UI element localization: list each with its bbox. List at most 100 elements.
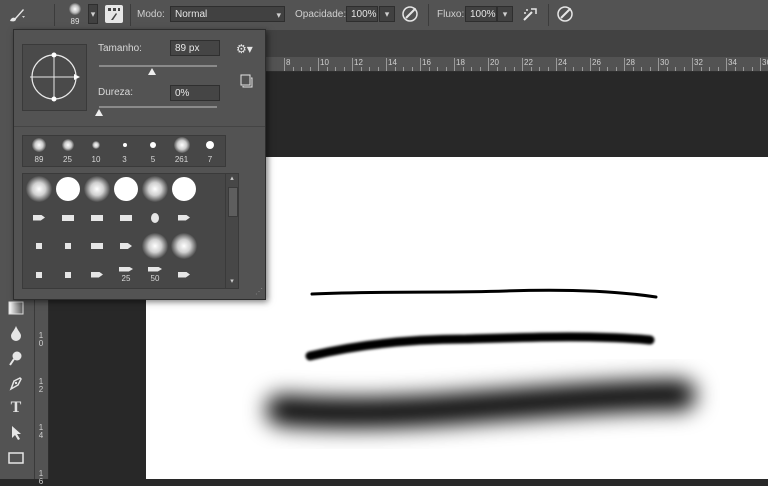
- brush-tip-preview[interactable]: [22, 44, 87, 111]
- chevron-down-icon[interactable]: ▾: [88, 4, 98, 24]
- pressure-opacity-button[interactable]: [401, 5, 419, 23]
- recent-brush-size: 3: [122, 155, 127, 164]
- brush-tool-preset-button[interactable]: [6, 6, 28, 24]
- ruler-minor-tick: [564, 67, 566, 71]
- shaped-brush-icon: [120, 214, 132, 221]
- shaped-brush-icon: [36, 271, 42, 278]
- brush-preset[interactable]: [112, 204, 140, 232]
- brush-preset[interactable]: [54, 175, 82, 203]
- brush-preset[interactable]: [170, 232, 198, 260]
- brush-preset[interactable]: [25, 232, 53, 260]
- brush-preset[interactable]: [141, 204, 169, 232]
- pen-tool-button[interactable]: [5, 373, 27, 393]
- brush-preset[interactable]: [141, 232, 169, 260]
- panel-settings-button[interactable]: ⚙▾: [236, 42, 256, 56]
- brush-preset[interactable]: [170, 261, 198, 289]
- ruler-minor-tick: [598, 67, 600, 71]
- brush-preset[interactable]: [141, 175, 169, 203]
- ruler-tick: [692, 58, 693, 71]
- hardness-input[interactable]: 0%: [170, 85, 220, 101]
- recent-brushes-strip: 89 25 10 3 5 261 7: [22, 135, 226, 167]
- brush-preset[interactable]: [112, 232, 140, 260]
- brush-size-preset-picker[interactable]: 89: [64, 2, 86, 28]
- brush-preset[interactable]: [83, 261, 111, 289]
- recent-brush-preset[interactable]: 261: [168, 136, 196, 166]
- shaped-brush-icon: [91, 214, 103, 221]
- ruler-minor-tick: [326, 67, 328, 71]
- ruler-label: 32: [694, 58, 703, 67]
- opacity-input[interactable]: 100%: [346, 6, 378, 22]
- brush-preset[interactable]: [83, 232, 111, 260]
- shaped-brush-icon: [33, 214, 45, 221]
- bristle-brush-icon: [148, 266, 162, 272]
- brush-preset[interactable]: [83, 204, 111, 232]
- soft-brush-tip-icon: [69, 3, 81, 15]
- scroll-thumb[interactable]: [228, 187, 238, 217]
- brush-panel-toggle-button[interactable]: [105, 5, 123, 23]
- brush-preset[interactable]: 25: [112, 261, 140, 289]
- soft-large-brush-stroke: [266, 380, 696, 428]
- ruler-minor-tick: [309, 67, 311, 71]
- ruler-minor-tick: [479, 67, 481, 71]
- ruler-minor-tick: [377, 67, 379, 71]
- presets-scrollbar[interactable]: ▴ ▾: [225, 173, 239, 289]
- brush-preset[interactable]: [25, 175, 53, 203]
- brush-angle-icon: [30, 52, 80, 102]
- brush-preset[interactable]: [112, 175, 140, 203]
- shaped-brush-icon: [91, 271, 103, 278]
- recent-brush-preset[interactable]: 5: [139, 136, 167, 166]
- brush-panel-toggle-icon: [108, 8, 120, 20]
- resize-grip-icon[interactable]: ⋰: [255, 288, 263, 296]
- recent-brush-size: 7: [207, 155, 213, 164]
- recent-brush-preset[interactable]: 3: [111, 136, 139, 166]
- mode-select[interactable]: Normal ▾: [170, 6, 285, 22]
- brush-tip-icon: [150, 142, 156, 148]
- dodge-tool-button[interactable]: [5, 348, 27, 368]
- flow-label: Fluxo:: [437, 9, 465, 20]
- flow-input[interactable]: 100%: [465, 6, 497, 22]
- size-slider-thumb[interactable]: [148, 68, 157, 75]
- brush-preset-picker-panel: Tamanho: 89 px Dureza: 0% ⚙▾ 89 25 10 3 5 261…: [13, 29, 266, 300]
- brush-preset[interactable]: [25, 261, 53, 289]
- brush-icon: [10, 9, 25, 22]
- ruler-label: 28: [626, 58, 635, 67]
- pressure-size-button[interactable]: [556, 5, 574, 23]
- brush-preset[interactable]: [54, 204, 82, 232]
- opacity-dropdown-button[interactable]: ▾: [379, 6, 395, 22]
- blur-tool-button[interactable]: [5, 323, 27, 343]
- airbrush-button[interactable]: [521, 5, 539, 23]
- brush-preset[interactable]: [25, 204, 53, 232]
- size-slider-track[interactable]: [99, 65, 217, 67]
- chevron-down-icon[interactable]: ▾: [226, 277, 238, 285]
- brush-preset[interactable]: 50: [141, 261, 169, 289]
- flow-dropdown-button[interactable]: ▾: [497, 6, 513, 22]
- recent-brush-preset[interactable]: 25: [54, 136, 82, 166]
- recent-brush-preset[interactable]: 89: [25, 136, 53, 166]
- ruler-minor-tick: [700, 67, 702, 71]
- horizontal-ruler: 8 10 12 14 16 18 20 22 24 26 28 30 32 34 36: [266, 57, 768, 72]
- brush-preset[interactable]: [83, 175, 111, 203]
- recent-brush-preset[interactable]: 10: [82, 136, 110, 166]
- new-preset-button[interactable]: [239, 74, 253, 88]
- brush-preset[interactable]: [170, 175, 198, 203]
- brush-preset[interactable]: [54, 232, 82, 260]
- hardness-slider-thumb[interactable]: [95, 109, 103, 116]
- hardness-slider-track[interactable]: [99, 106, 217, 108]
- chevron-up-icon[interactable]: ▴: [226, 174, 238, 182]
- rectangle-tool-button[interactable]: [5, 448, 27, 468]
- recent-brush-preset[interactable]: 7: [196, 136, 224, 166]
- ruler-tick: [420, 58, 421, 71]
- type-tool-button[interactable]: T: [5, 398, 27, 418]
- path-selection-tool-button[interactable]: [5, 423, 27, 443]
- brush-preset[interactable]: [170, 204, 198, 232]
- ruler-minor-tick: [360, 67, 362, 71]
- ruler-minor-tick: [403, 67, 404, 71]
- ruler-minor-tick: [717, 67, 719, 71]
- chevron-down-icon: ▾: [384, 9, 390, 19]
- ruler-tick: [556, 58, 557, 71]
- ruler-minor-tick: [539, 67, 540, 71]
- size-input[interactable]: 89 px: [170, 40, 220, 56]
- brush-preset[interactable]: [54, 261, 82, 289]
- gradient-tool-button[interactable]: [5, 298, 27, 318]
- dodge-icon: [9, 351, 22, 366]
